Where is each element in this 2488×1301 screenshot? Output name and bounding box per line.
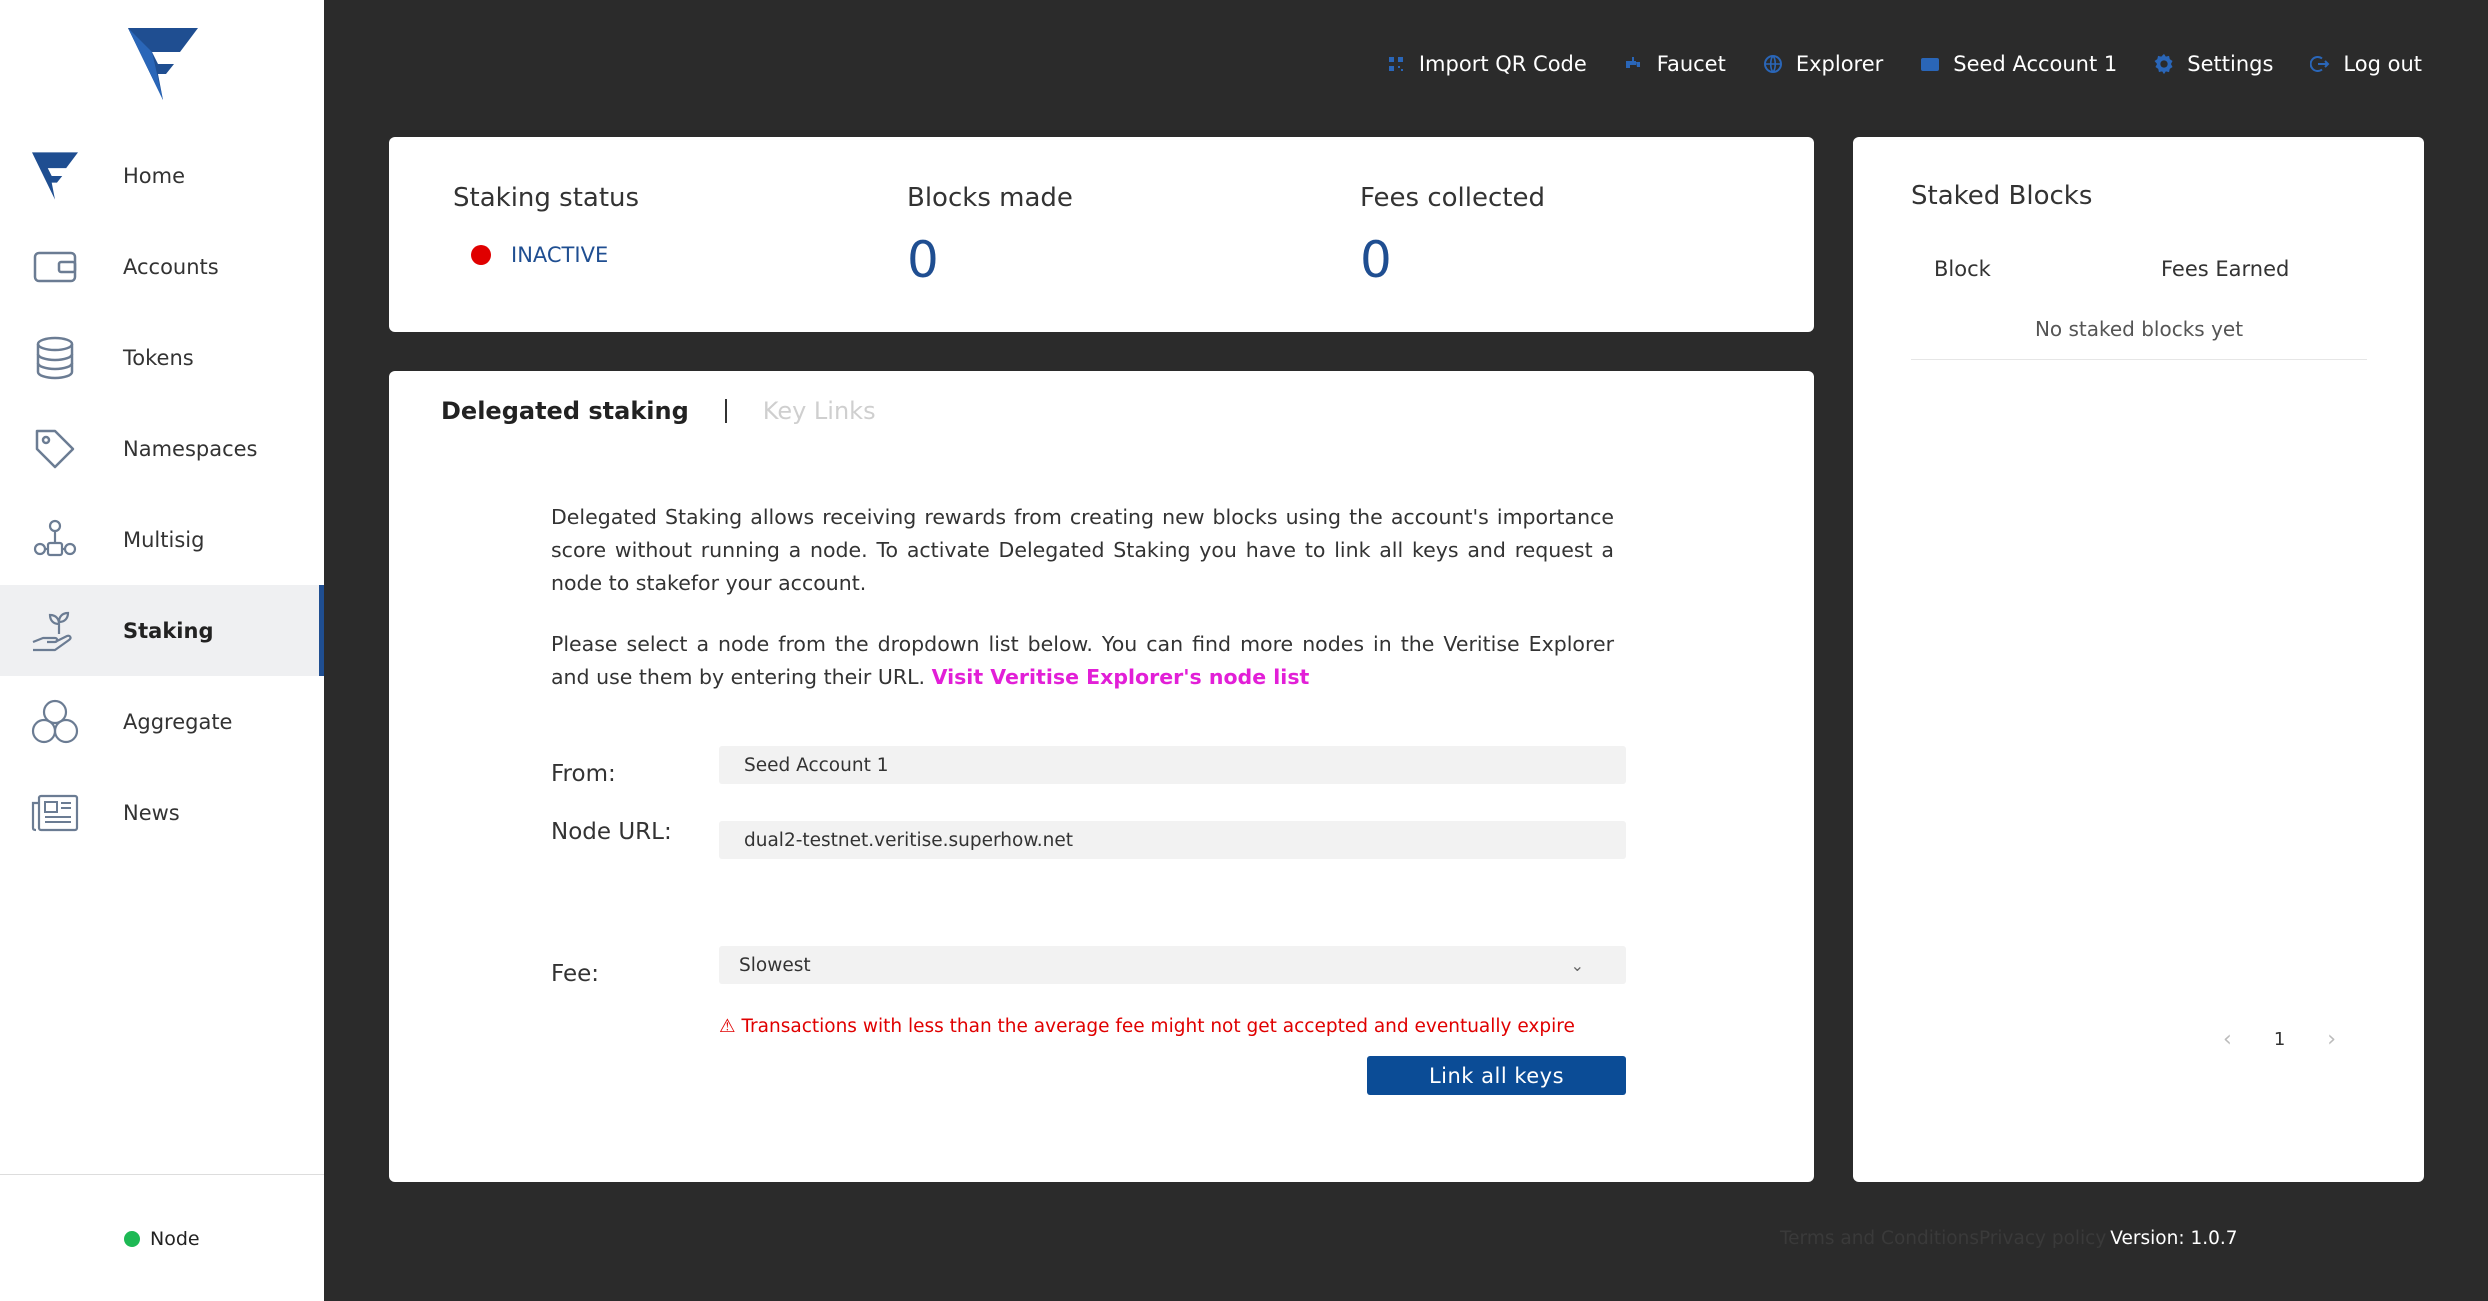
settings-label: Settings bbox=[2187, 52, 2274, 76]
node-url-input[interactable]: dual2-testnet.veritise.superhow.net bbox=[719, 821, 1626, 859]
version-text: Version: 1.0.7 bbox=[2110, 1228, 2238, 1249]
logout-button[interactable]: Log out bbox=[2309, 52, 2422, 76]
sidebar-item-namespaces[interactable]: Namespaces bbox=[0, 403, 324, 494]
account-label: Seed Account 1 bbox=[1953, 52, 2118, 76]
faucet-icon bbox=[1623, 53, 1645, 75]
staking-tabs: Delegated staking Key Links bbox=[441, 397, 876, 425]
footer: Terms and Conditions Privacy policy Vers… bbox=[1780, 1228, 2238, 1249]
sidebar-item-news[interactable]: News bbox=[0, 767, 324, 858]
wallet-icon bbox=[1919, 53, 1941, 75]
sidebar-item-accounts[interactable]: Accounts bbox=[0, 221, 324, 312]
sidebar-item-home[interactable]: Home bbox=[0, 130, 324, 221]
sidebar-item-multisig[interactable]: Multisig bbox=[0, 494, 324, 585]
tab-delegated-staking[interactable]: Delegated staking bbox=[441, 397, 689, 425]
fees-collected-title: Fees collected bbox=[1360, 183, 1545, 213]
sidebar-item-label: Aggregate bbox=[123, 709, 233, 734]
staked-blocks-title: Staked Blocks bbox=[1911, 181, 2093, 211]
sidebar: Home Accounts Tokens Namespaces Multisig bbox=[0, 0, 324, 1301]
blocks-made-title: Blocks made bbox=[907, 183, 1073, 213]
pagination: ‹ 1 › bbox=[2223, 1027, 2336, 1052]
faucet-label: Faucet bbox=[1656, 52, 1726, 76]
aggregate-icon bbox=[30, 697, 80, 747]
explorer-node-list-link[interactable]: Visit Veritise Explorer's node list bbox=[932, 665, 1310, 689]
staking-plant-icon bbox=[30, 606, 80, 656]
blocks-made-value: 0 bbox=[907, 231, 939, 289]
column-header-fees-earned[interactable]: Fees Earned bbox=[2161, 257, 2289, 281]
settings-button[interactable]: Settings bbox=[2153, 52, 2273, 76]
staking-description: Delegated Staking allows receiving rewar… bbox=[551, 505, 1614, 595]
import-qr-label: Import QR Code bbox=[1418, 52, 1587, 76]
sidebar-item-tokens[interactable]: Tokens bbox=[0, 312, 324, 403]
sidebar-item-label: Tokens bbox=[123, 345, 194, 370]
account-button[interactable]: Seed Account 1 bbox=[1919, 52, 2117, 76]
current-page[interactable]: 1 bbox=[2274, 1029, 2285, 1050]
terms-link[interactable]: Terms and Conditions bbox=[1780, 1228, 1979, 1249]
coins-icon bbox=[30, 333, 80, 383]
from-field[interactable]: Seed Account 1 bbox=[719, 746, 1626, 784]
sidebar-item-label: Staking bbox=[123, 618, 214, 643]
fee-selected-value: Slowest bbox=[739, 954, 811, 976]
app-logo[interactable] bbox=[128, 28, 198, 100]
staking-status-row: INACTIVE bbox=[471, 243, 639, 267]
sidebar-item-label: Home bbox=[123, 163, 186, 188]
blocks-made-stat: Blocks made 0 bbox=[907, 183, 1073, 289]
sidebar-item-label: Accounts bbox=[123, 254, 219, 279]
status-dot bbox=[471, 245, 491, 265]
sidebar-item-label: Multisig bbox=[123, 527, 205, 552]
tag-icon bbox=[30, 424, 80, 474]
explorer-label: Explorer bbox=[1795, 52, 1884, 76]
table-divider bbox=[1911, 359, 2367, 360]
staking-status-stat: Staking status INACTIVE bbox=[453, 183, 639, 267]
from-label: From: bbox=[551, 761, 616, 787]
node-url-label: Node URL: bbox=[551, 819, 672, 845]
staking-status-value: INACTIVE bbox=[511, 243, 609, 267]
staking-status-title: Staking status bbox=[453, 183, 640, 213]
node-status[interactable]: Node bbox=[124, 1228, 200, 1250]
fees-collected-stat: Fees collected 0 bbox=[1360, 183, 1545, 289]
staking-status-card: Staking status INACTIVE Blocks made 0 Fe… bbox=[389, 137, 1814, 332]
delegated-staking-card: Delegated staking Key Links Delegated St… bbox=[389, 371, 1814, 1182]
sidebar-item-staking[interactable]: Staking bbox=[0, 585, 324, 676]
multisig-icon bbox=[30, 515, 80, 565]
wallet-icon bbox=[30, 242, 80, 292]
sidebar-nav: Home Accounts Tokens Namespaces Multisig bbox=[0, 130, 324, 858]
newspaper-icon bbox=[30, 788, 80, 838]
link-all-keys-button[interactable]: Link all keys bbox=[1367, 1056, 1626, 1095]
explorer-button[interactable]: Explorer bbox=[1762, 52, 1883, 76]
qr-code-icon bbox=[1385, 53, 1407, 75]
import-qr-button[interactable]: Import QR Code bbox=[1385, 52, 1587, 76]
top-bar: Import QR Code Faucet Explorer Seed Acco… bbox=[1385, 52, 2422, 76]
faucet-button[interactable]: Faucet bbox=[1623, 52, 1726, 76]
fee-warning: ⚠ Transactions with less than the averag… bbox=[719, 1016, 1575, 1037]
sidebar-item-label: News bbox=[123, 800, 180, 825]
sidebar-item-label: Namespaces bbox=[123, 436, 258, 461]
node-label: Node bbox=[150, 1228, 200, 1250]
home-logo-icon bbox=[30, 151, 80, 201]
tab-key-links[interactable]: Key Links bbox=[763, 397, 876, 425]
gear-icon bbox=[2153, 53, 2175, 75]
prev-page-button[interactable]: ‹ bbox=[2223, 1027, 2232, 1052]
node-select-description: Please select a node from the dropdown l… bbox=[551, 628, 1614, 694]
staked-blocks-card: Staked Blocks Block Fees Earned No stake… bbox=[1853, 137, 2424, 1182]
next-page-button[interactable]: › bbox=[2327, 1027, 2336, 1052]
sidebar-divider bbox=[0, 1174, 324, 1175]
chevron-down-icon: ⌄ bbox=[1570, 955, 1584, 975]
logout-label: Log out bbox=[2343, 52, 2422, 76]
fee-label: Fee: bbox=[551, 961, 600, 987]
column-header-block[interactable]: Block bbox=[1934, 257, 1991, 281]
tab-separator bbox=[724, 399, 727, 423]
fees-collected-value: 0 bbox=[1360, 231, 1392, 289]
empty-state-text: No staked blocks yet bbox=[2034, 317, 2244, 341]
globe-icon bbox=[1762, 53, 1784, 75]
sidebar-item-aggregate[interactable]: Aggregate bbox=[0, 676, 324, 767]
node-status-dot bbox=[124, 1231, 140, 1247]
logout-icon bbox=[2309, 53, 2331, 75]
privacy-link[interactable]: Privacy policy bbox=[1979, 1228, 2106, 1249]
fee-select[interactable]: Slowest ⌄ bbox=[719, 946, 1626, 984]
